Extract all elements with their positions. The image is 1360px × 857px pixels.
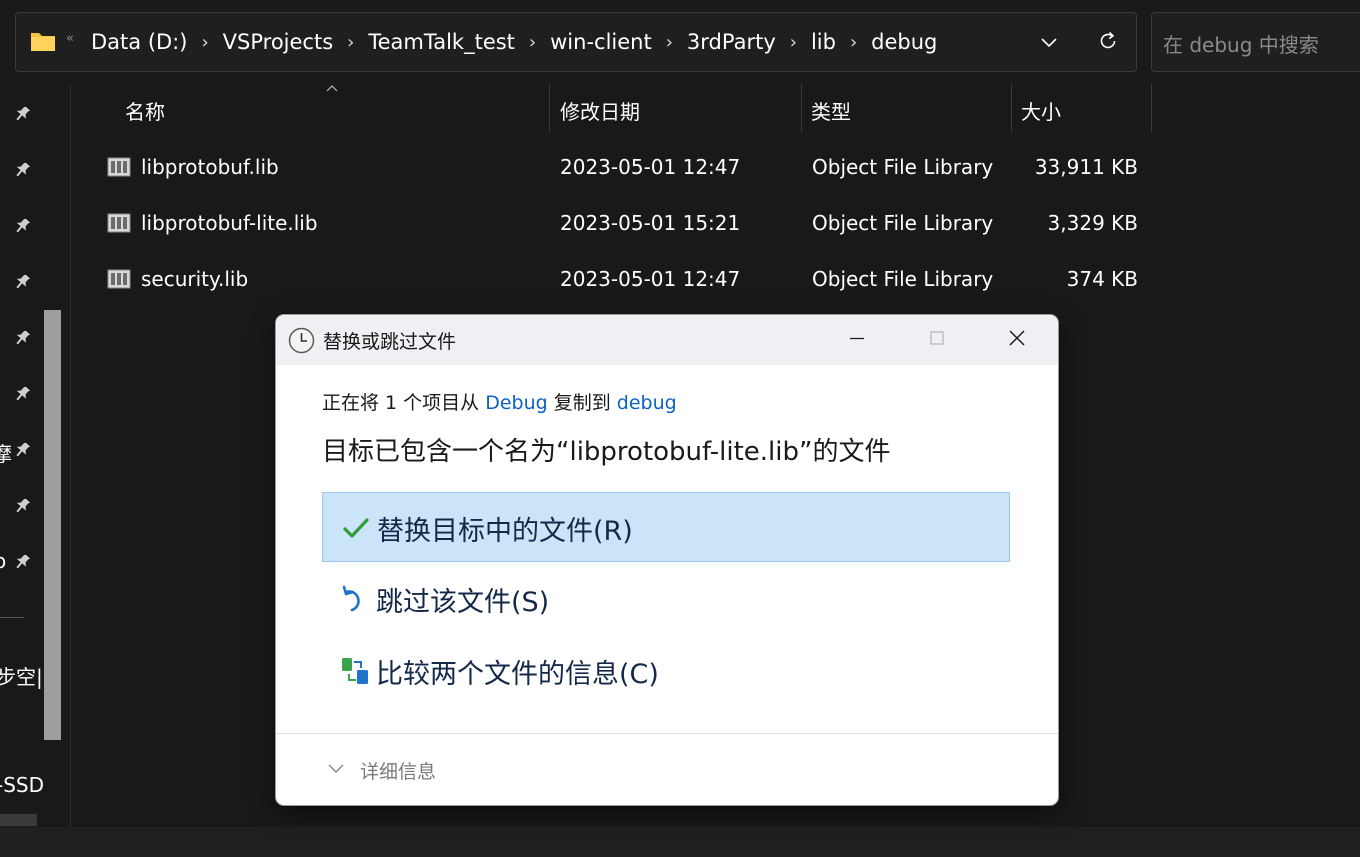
breadcrumb-item-lib[interactable]: lib [810,30,837,54]
file-row[interactable]: security.lib 2023-05-01 12:47 Object Fil… [100,255,1152,311]
nav-item-label[interactable]: 摩 [0,438,12,467]
nav-item-label[interactable]: -SSD [0,773,44,797]
breadcrumb-separator[interactable]: › [516,32,549,53]
pin-icon[interactable] [12,272,32,292]
undo-arrow-icon [342,585,360,612]
breadcrumb-separator[interactable]: › [837,32,870,53]
pin-icon[interactable] [12,216,32,236]
pin-icon[interactable] [12,328,32,348]
conflict-heading: 目标已包含一个名为“libprotobuf-lite.lib”的文件 [322,437,891,467]
breadcrumb-separator[interactable]: › [188,32,221,53]
library-file-icon [107,269,131,289]
sort-ascending-icon [326,85,338,92]
nav-scrollbar[interactable] [44,310,61,740]
breadcrumb-separator[interactable]: › [777,32,810,53]
breadcrumb-item-3rdparty[interactable]: 3rdParty [686,30,777,54]
breadcrumb-separator[interactable]: › [334,32,367,53]
pin-icon[interactable] [12,496,32,516]
compare-option[interactable]: 比较两个文件的信息(C) [322,636,1010,706]
file-size: 3,329 KB [1047,211,1138,235]
clock-icon [288,327,315,354]
folder-icon [31,33,55,51]
chevron-down-icon[interactable] [1038,31,1060,53]
pin-icon[interactable] [12,384,32,404]
column-divider[interactable] [1151,84,1152,132]
file-name[interactable]: security.lib [141,267,248,291]
breadcrumb-item-debug[interactable]: debug [870,30,938,54]
dialog-titlebar[interactable]: 替换或跳过文件 [276,315,1058,365]
breadcrumb-separator[interactable]: › [653,32,686,53]
destination-folder-link[interactable]: debug [617,392,677,414]
breadcrumb-item-drive[interactable]: Data (D:) [90,30,188,54]
pin-icon[interactable] [12,160,32,180]
column-divider[interactable] [1011,84,1012,132]
address-bar[interactable]: « Data (D:) › VSProjects › TeamTalk_test… [15,12,1137,72]
file-date: 2023-05-01 12:47 [560,155,741,179]
file-type: Object File Library [812,211,994,235]
chevron-down-icon [328,764,344,774]
pin-icon[interactable] [12,104,32,124]
minimize-icon[interactable] [846,327,868,349]
dialog-divider [276,733,1058,734]
file-size: 374 KB [1066,267,1138,291]
refresh-icon[interactable] [1097,30,1119,52]
column-header-size[interactable]: 大小 [1021,96,1061,125]
file-type: Object File Library [812,267,994,291]
file-type: Object File Library [812,155,994,179]
copy-status-mid: 复制到 [547,392,617,414]
nav-item-label[interactable]: 步空| [0,661,43,690]
column-divider[interactable] [549,84,550,132]
nav-selected-item [0,814,37,826]
skip-option-label: 跳过该文件(S) [376,587,550,618]
pane-divider[interactable] [70,85,71,827]
close-icon[interactable] [1006,327,1028,349]
status-bar [0,827,1360,857]
nav-divider [0,617,24,618]
column-header-date[interactable]: 修改日期 [560,96,640,125]
file-date: 2023-05-01 15:21 [560,211,741,235]
column-header-name[interactable]: 名称 [125,96,165,125]
breadcrumb-item-vsprojects[interactable]: VSProjects [222,30,335,54]
replace-option[interactable]: 替换目标中的文件(R) [322,492,1010,562]
file-name[interactable]: libprotobuf-lite.lib [141,211,318,235]
library-file-icon [107,213,131,233]
search-input[interactable]: 在 debug 中搜索 [1151,12,1360,72]
breadcrumb-overflow[interactable]: « [66,31,74,46]
checkmark-icon [343,518,369,538]
column-header-type[interactable]: 类型 [811,96,851,125]
file-size: 33,911 KB [1034,155,1138,179]
dialog-title: 替换或跳过文件 [323,331,457,353]
source-folder-link[interactable]: Debug [485,392,547,414]
maximize-icon [930,331,944,345]
breadcrumb-item-teamtalk-test[interactable]: TeamTalk_test [367,30,516,54]
skip-option[interactable]: 跳过该文件(S) [322,564,1010,634]
file-date: 2023-05-01 12:47 [560,267,741,291]
file-row[interactable]: libprotobuf-lite.lib 2023-05-01 15:21 Ob… [100,199,1152,255]
pin-icon[interactable] [12,552,32,572]
copy-status-prefix: 正在将 1 个项目从 [322,392,486,414]
breadcrumb: Data (D:) › VSProjects › TeamTalk_test ›… [90,13,938,71]
nav-item-label[interactable]: o [0,549,6,573]
replace-option-label: 替换目标中的文件(R) [377,516,633,547]
compare-icon [342,658,368,684]
compare-option-label: 比较两个文件的信息(C) [376,659,659,690]
column-divider[interactable] [801,84,802,132]
file-name[interactable]: libprotobuf.lib [141,155,279,179]
pin-icon[interactable] [12,440,32,460]
library-file-icon [107,157,131,177]
more-details-label: 详细信息 [360,761,437,783]
copy-status-text: 正在将 1 个项目从 Debug 复制到 debug [322,388,677,415]
breadcrumb-item-win-client[interactable]: win-client [549,30,653,54]
replace-or-skip-dialog: 替换或跳过文件 正在将 1 个项目从 Debug 复制到 debug 目标已包含… [275,314,1059,806]
file-row[interactable]: libprotobuf.lib 2023-05-01 12:47 Object … [100,143,1152,199]
